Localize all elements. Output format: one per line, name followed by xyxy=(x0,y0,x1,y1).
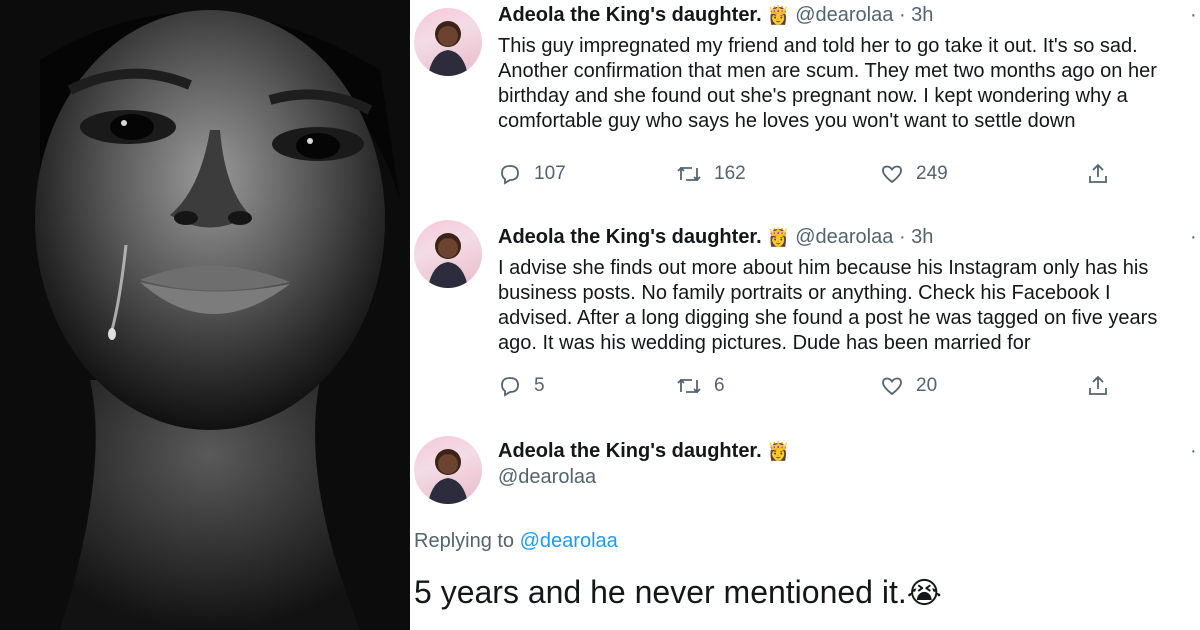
heart-icon xyxy=(882,377,902,396)
author-handle[interactable]: @dearolaa xyxy=(795,4,893,26)
heart-icon xyxy=(882,165,902,184)
separator: · xyxy=(898,4,906,26)
replying-to: Replying to @dearolaa xyxy=(414,530,618,553)
tweet-time[interactable]: 3h xyxy=(911,226,933,248)
share-button[interactable] xyxy=(1086,374,1110,398)
retweet-count: 6 xyxy=(714,375,725,396)
reply-count: 5 xyxy=(534,375,545,396)
share-icon xyxy=(1089,163,1107,183)
tweet-time[interactable]: 3h xyxy=(911,4,933,26)
reply-button[interactable]: 107 xyxy=(498,162,566,186)
detail-tweet-text: 5 years and he never mentioned it.😭 xyxy=(414,572,942,614)
tweet-line: business posts. No family portraits or a… xyxy=(498,282,1111,304)
retweet-button[interactable]: 6 xyxy=(676,374,725,398)
photo-illustration xyxy=(0,0,410,630)
share-button[interactable] xyxy=(1086,162,1110,186)
separator: · xyxy=(898,226,906,248)
tweet-header: Adeola the King's daughter. 👸 @dearolaa … xyxy=(498,224,933,251)
tweet-line: advised. After a long digging she found … xyxy=(498,307,1158,329)
tweet-thread: Adeola the King's daughter. 👸 @dearolaa … xyxy=(414,0,1200,630)
reply-icon xyxy=(501,377,519,397)
tweet-line: birthday and she found out she's pregnan… xyxy=(498,85,1128,107)
tweet-line: ago. It was his wedding pictures. Dude h… xyxy=(498,331,1200,356)
author-name[interactable]: Adeola the King's daughter. xyxy=(498,4,762,26)
avatar-image xyxy=(428,21,468,76)
avatar-image xyxy=(428,233,468,288)
like-count: 249 xyxy=(916,163,948,184)
author-handle[interactable]: @dearolaa xyxy=(795,226,893,248)
more-icon[interactable]: · xyxy=(1190,440,1197,463)
author-name[interactable]: Adeola the King's daughter. xyxy=(498,226,762,248)
like-button[interactable]: 249 xyxy=(880,162,948,186)
tweet-line: Another confirmation that men are scum. … xyxy=(498,60,1157,82)
woman-crying-photo xyxy=(0,0,410,630)
tweet-line: comfortable guy who says he loves you wo… xyxy=(498,110,1076,132)
like-button[interactable]: 20 xyxy=(880,374,937,398)
replying-mention[interactable]: @dearolaa xyxy=(520,530,618,552)
retweet-button[interactable]: 162 xyxy=(676,162,746,186)
crying-emoji: 😭 xyxy=(906,576,942,611)
princess-emoji: 👸 xyxy=(767,441,790,462)
tweet-actions: 107 162 249 xyxy=(498,162,1118,190)
reply-count: 107 xyxy=(534,163,566,184)
tweet-text: This guy impregnated my friend and told … xyxy=(498,34,1200,134)
avatar[interactable] xyxy=(414,220,482,288)
replying-prefix: Replying to xyxy=(414,530,515,552)
reply-icon xyxy=(501,165,519,185)
tweet-header: Adeola the King's daughter. 👸 xyxy=(498,438,790,465)
author-handle[interactable]: @dearolaa xyxy=(498,466,596,489)
princess-emoji: 👸 xyxy=(767,5,790,26)
tweet-line-part: ago. It was his wedding pictures. Dude h… xyxy=(498,332,1031,354)
author-name[interactable]: Adeola the King's daughter. xyxy=(498,440,762,462)
tweet-line: I advise she finds out more about him be… xyxy=(498,257,1149,279)
reply-button[interactable]: 5 xyxy=(498,374,545,398)
tweet-line: This guy impregnated my friend and told … xyxy=(498,35,1138,57)
avatar[interactable] xyxy=(414,8,482,76)
more-icon[interactable]: · xyxy=(1190,4,1197,27)
share-icon xyxy=(1089,375,1107,395)
tweet-text: I advise she finds out more about him be… xyxy=(498,256,1200,356)
tweet-header: Adeola the King's daughter. 👸 @dearolaa … xyxy=(498,2,933,29)
avatar-image xyxy=(428,449,468,504)
more-icon[interactable]: · xyxy=(1190,226,1197,249)
detail-text: 5 years and he never mentioned it. xyxy=(414,574,907,610)
retweet-count: 162 xyxy=(714,163,746,184)
retweet-icon xyxy=(677,166,701,182)
like-count: 20 xyxy=(916,375,938,396)
princess-emoji: 👸 xyxy=(767,227,790,248)
tweet-actions: 5 6 20 xyxy=(498,374,1118,402)
retweet-icon xyxy=(677,378,701,394)
avatar[interactable] xyxy=(414,436,482,504)
